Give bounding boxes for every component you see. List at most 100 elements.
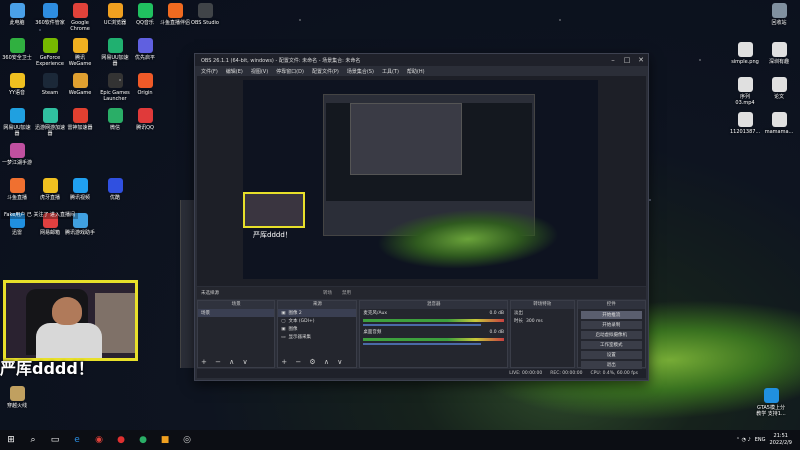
background-window-edge — [180, 200, 197, 368]
desktop-icon-item[interactable]: 360软件管家 — [35, 3, 65, 26]
desktop-icon-item[interactable]: simple.png — [730, 42, 760, 65]
close-icon[interactable]: ✕ — [634, 56, 648, 64]
desktop-icon-item[interactable]: 回收站 — [764, 3, 794, 26]
desktop-icon-item[interactable]: 微信 — [100, 108, 130, 131]
icon-label: 腾讯QQ — [136, 125, 154, 131]
icon-label: 迅游网游加速器 — [35, 125, 66, 137]
tray-icons[interactable]: ⌃ ◔ ♪ — [736, 437, 751, 443]
task-view-icon[interactable]: ▭ — [44, 430, 66, 450]
desktop-icon-item[interactable]: 一梦江湖手游 — [2, 143, 32, 166]
sources-title: 来源 — [278, 301, 357, 309]
desktop-icon-item[interactable]: GTA5模上分 教学 支持1... — [756, 388, 786, 417]
desktop-icon-item[interactable]: 论文 — [764, 77, 794, 100]
desktop-icon-item[interactable]: 序列 03.mp4 — [730, 77, 760, 106]
transition-select[interactable]: 淡出 — [511, 309, 574, 317]
desktop-icon-item[interactable]: 穿越火线 — [2, 386, 32, 409]
source-item[interactable]: ▢ 文本 (GDI+) — [278, 317, 356, 325]
menu-file[interactable]: 文件(F) — [201, 68, 218, 75]
desktop-icon-item[interactable]: 斗鱼直播 — [2, 178, 32, 201]
virtual-camera-button[interactable]: 启动虚拟摄像机 — [580, 331, 642, 339]
desktop-icon-item[interactable]: 迅游网游加速器 — [35, 108, 65, 137]
desktop-icon-item[interactable]: UC浏览器 — [100, 3, 130, 26]
desktop-icon-item[interactable]: 雷神加速器 — [65, 108, 95, 131]
menu-tools[interactable]: 工具(T) — [382, 68, 399, 75]
desktop-icon-item[interactable]: 网易UU加速器 — [100, 38, 130, 67]
desktop-icon-item[interactable]: 迅雷 — [2, 213, 32, 236]
desktop-icon-item[interactable]: 腾讯视频 — [65, 178, 95, 201]
desktop-icon-item[interactable]: OBS Studio — [190, 3, 220, 26]
app-icon — [9, 386, 25, 401]
desktop-icon-item[interactable]: Steam — [35, 73, 65, 96]
edge-icon[interactable]: e — [66, 430, 88, 450]
icon-label: 论文 — [773, 94, 784, 100]
desktop-icon-item[interactable]: 网易邮箱 — [35, 213, 65, 236]
desktop-icon-item[interactable]: 网易UU加速器 — [2, 108, 32, 137]
mixer-track: 桌面音频 0.0 dB — [363, 329, 505, 336]
menu-help[interactable]: 帮助(H) — [407, 68, 425, 75]
desktop-icon-item[interactable]: Google Chrome — [65, 3, 95, 32]
search-icon[interactable]: ⌕ — [22, 430, 44, 450]
nested-obs-window-2 — [350, 103, 462, 175]
desktop-icon-item[interactable]: mamama... — [764, 112, 794, 135]
volume-slider[interactable] — [363, 343, 481, 345]
app-icon — [137, 3, 153, 18]
wechat-icon[interactable]: ● — [132, 430, 154, 450]
desktop-icon-item[interactable]: QQ音乐 — [130, 3, 160, 26]
desktop-icon-item[interactable]: WeGame — [65, 73, 95, 96]
app-icon — [737, 112, 753, 127]
image-icon: ▣ — [281, 310, 286, 316]
obs-window[interactable]: OBS 26.1.1 (64-bit, windows) - 配置文件: 未命名… — [194, 53, 649, 381]
desktop-icon-item[interactable]: 深圳有趣 — [764, 42, 794, 65]
studio-mode-button[interactable]: 工作室模式 — [580, 341, 642, 349]
start-recording-button[interactable]: 开始录制 — [580, 321, 642, 329]
icon-label: 360软件管家 — [35, 20, 65, 26]
desktop-icon-item[interactable]: 斗鱼直播伴侣 — [160, 3, 190, 26]
app-icon — [9, 38, 25, 53]
menu-docks[interactable]: 停靠窗口(D) — [276, 68, 304, 75]
obs-taskbar-icon[interactable]: ◎ — [176, 430, 198, 450]
source-item[interactable]: ▣ 图像 — [278, 325, 356, 333]
desktop-icon-item[interactable]: 腾讯QQ — [130, 108, 160, 131]
menu-scene-collection[interactable]: 场景集合(S) — [347, 68, 374, 75]
desktop-icon-item[interactable]: GeForce Experience — [35, 38, 65, 67]
netease-music-icon[interactable]: ● — [110, 430, 132, 450]
maximize-icon[interactable]: □ — [620, 56, 634, 64]
start-streaming-button[interactable]: 开始推流 — [580, 311, 642, 319]
app-icon[interactable]: ■ — [154, 430, 176, 450]
menu-edit[interactable]: 编辑(E) — [226, 68, 243, 75]
desktop-icon-item[interactable]: 360安全卫士 — [2, 38, 32, 61]
desktop-icon-item[interactable]: 优酷 — [100, 178, 130, 201]
desktop-icon-item[interactable]: 此电脑 — [2, 3, 32, 26]
scene-item[interactable]: 场景 — [198, 309, 275, 317]
clock[interactable]: 21:51 2022/2/9 — [770, 433, 792, 447]
desktop-icon-item[interactable]: Epic Games Launcher — [100, 73, 130, 102]
desktop-icon-item[interactable]: YY语音 — [2, 73, 32, 96]
sources-toolbar[interactable]: + − ⚙ ∧ ∨ — [281, 358, 345, 366]
desktop-icon-item[interactable]: 11201387... — [730, 112, 760, 135]
obs-titlebar[interactable]: OBS 26.1.1 (64-bit, windows) - 配置文件: 未命名… — [195, 54, 648, 66]
minimize-icon[interactable]: – — [606, 56, 620, 64]
start-icon[interactable]: ⊞ — [0, 430, 22, 450]
volume-slider[interactable] — [363, 324, 481, 326]
menu-view[interactable]: 视图(V) — [251, 68, 268, 75]
desktop-icon-item[interactable]: 优先启平 — [130, 38, 160, 61]
desktop-icon-item[interactable]: 腾讯游戏助手 — [65, 213, 95, 236]
desktop-icon-item[interactable]: Origin — [130, 73, 160, 96]
app-icon — [72, 213, 88, 228]
language-indicator[interactable]: ENG — [755, 437, 766, 443]
chrome-icon[interactable]: ◉ — [88, 430, 110, 450]
menu-profile[interactable]: 配置文件(P) — [312, 68, 339, 75]
duration-row[interactable]: 时长 300 ms — [511, 317, 574, 325]
settings-button[interactable]: 设置 — [580, 351, 642, 359]
source-item[interactable]: ▭ 显示器采集 — [278, 333, 356, 341]
exit-button[interactable]: 退出 — [580, 361, 642, 369]
app-icon — [107, 178, 123, 193]
scenes-toolbar[interactable]: + − ∧ ∨ — [201, 358, 251, 366]
transition-label[interactable]: 转场 — [323, 290, 332, 296]
desktop-icon-item[interactable]: 虎牙直播 — [35, 178, 65, 201]
desktop-icon-item[interactable]: 腾讯WeGame — [65, 38, 95, 67]
chat-message: Fake用户 已 关注了 进入直播间 — [1, 210, 79, 219]
source-item[interactable]: ▣ 图像 2 — [278, 309, 357, 317]
disable-label[interactable]: 禁用 — [342, 290, 351, 296]
obs-preview[interactable]: 严厍dddd！ — [197, 76, 646, 286]
